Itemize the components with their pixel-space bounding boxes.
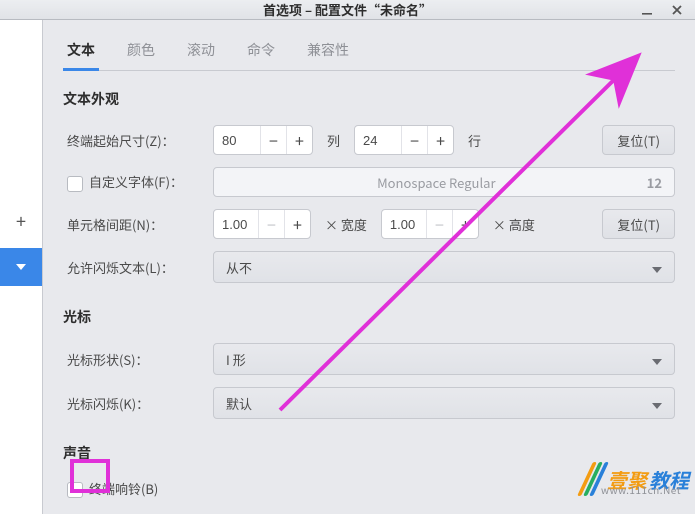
minimize-button[interactable] — [637, 0, 657, 20]
label-cursor-blink: 光标闪烁(K)： — [63, 394, 203, 413]
font-size: 12 — [647, 173, 662, 192]
plus-icon: + — [16, 208, 26, 234]
add-profile-button[interactable]: + — [0, 20, 42, 240]
cols-plus[interactable]: + — [286, 126, 312, 154]
cell-height-unit: × 高度 — [489, 215, 539, 234]
cursor-shape-dropdown[interactable]: I 形 — [213, 343, 675, 375]
chevron-down-icon — [652, 394, 662, 413]
chevron-down-icon — [652, 258, 662, 277]
rows-minus[interactable]: − — [401, 126, 427, 154]
rows-unit: 行 — [464, 131, 485, 150]
blink-text-value: 从不 — [226, 258, 252, 277]
cell-height-input[interactable] — [382, 217, 426, 232]
label-terminal-bell: 终端响铃(B) — [63, 479, 158, 498]
custom-font-checkbox[interactable] — [67, 176, 83, 192]
cell-width-unit: × 宽度 — [321, 215, 371, 234]
label-custom-font: 自定义字体(F)： — [63, 172, 203, 191]
label-cursor-shape: 光标形状(S)： — [63, 350, 203, 369]
reset-spacing-button[interactable]: 复位(T) — [602, 209, 675, 239]
cell-height-plus[interactable]: + — [452, 210, 478, 238]
cursor-blink-dropdown[interactable]: 默认 — [213, 387, 675, 419]
chevron-down-icon — [16, 264, 26, 270]
profile-sidebar: + — [0, 20, 43, 514]
cols-spinner[interactable]: − + — [213, 125, 313, 155]
rows-input[interactable] — [355, 133, 401, 148]
tab-command[interactable]: 命令 — [245, 34, 277, 70]
label-blink-text: 允许闪烁文本(L)： — [63, 258, 203, 277]
row-cursor-shape: 光标形状(S)： I 形 — [63, 343, 675, 375]
cell-width-minus[interactable]: − — [258, 210, 284, 238]
label-initial-size: 终端起始尺寸(Z)： — [63, 131, 203, 150]
rows-spinner[interactable]: − + — [354, 125, 454, 155]
blink-text-dropdown[interactable]: 从不 — [213, 251, 675, 283]
cols-minus[interactable]: − — [260, 126, 286, 154]
tab-text[interactable]: 文本 — [65, 34, 97, 70]
preferences-window: 首选项 – 配置文件“未命名” + 文本 颜色 滚动 命令 — [0, 0, 695, 500]
row-custom-font: 自定义字体(F)： Monospace Regular 12 — [63, 167, 675, 197]
tab-color[interactable]: 颜色 — [125, 34, 157, 70]
row-blink-text: 允许闪烁文本(L)： 从不 — [63, 251, 675, 283]
cell-width-spinner[interactable]: − + — [213, 209, 311, 239]
tab-bar: 文本 颜色 滚动 命令 兼容性 — [63, 30, 675, 71]
cols-unit: 列 — [323, 131, 344, 150]
row-initial-size: 终端起始尺寸(Z)： − + 列 − + 行 复位(T) — [63, 125, 675, 155]
tab-scroll[interactable]: 滚动 — [185, 34, 217, 70]
label-cell-spacing: 单元格间距(N)： — [63, 215, 203, 234]
row-terminal-bell: 终端响铃(B) — [63, 479, 675, 498]
profile-menu-button[interactable] — [0, 248, 42, 286]
chevron-down-icon — [652, 350, 662, 369]
reset-size-button[interactable]: 复位(T) — [602, 125, 675, 155]
close-button[interactable] — [667, 0, 687, 20]
terminal-bell-checkbox[interactable] — [67, 482, 83, 498]
cell-height-minus[interactable]: − — [426, 210, 452, 238]
rows-plus[interactable]: + — [427, 126, 453, 154]
section-sound-title: 声音 — [63, 443, 675, 463]
content-area: 文本 颜色 滚动 命令 兼容性 文本外观 终端起始尺寸(Z)： − + 列 − … — [43, 20, 695, 514]
row-cursor-blink: 光标闪烁(K)： 默认 — [63, 387, 675, 419]
font-chooser-button[interactable]: Monospace Regular 12 — [213, 167, 675, 197]
titlebar: 首选项 – 配置文件“未命名” — [0, 0, 695, 20]
window-title: 首选项 – 配置文件“未命名” — [263, 0, 432, 19]
cell-width-input[interactable] — [214, 217, 258, 232]
cols-input[interactable] — [214, 133, 260, 148]
cursor-shape-value: I 形 — [226, 350, 246, 369]
section-cursor-title: 光标 — [63, 307, 675, 327]
cell-width-plus[interactable]: + — [284, 210, 310, 238]
titlebar-controls — [637, 0, 687, 19]
section-appearance-title: 文本外观 — [63, 89, 675, 109]
tab-compat[interactable]: 兼容性 — [305, 34, 351, 70]
cell-height-spinner[interactable]: − + — [381, 209, 479, 239]
font-name: Monospace Regular — [226, 173, 647, 192]
window-body: + 文本 颜色 滚动 命令 兼容性 文本外观 终端起始尺寸(Z)： − + — [0, 20, 695, 514]
row-cell-spacing: 单元格间距(N)： − + × 宽度 − + × 高度 复位(T) — [63, 209, 675, 239]
cursor-blink-value: 默认 — [226, 394, 252, 413]
